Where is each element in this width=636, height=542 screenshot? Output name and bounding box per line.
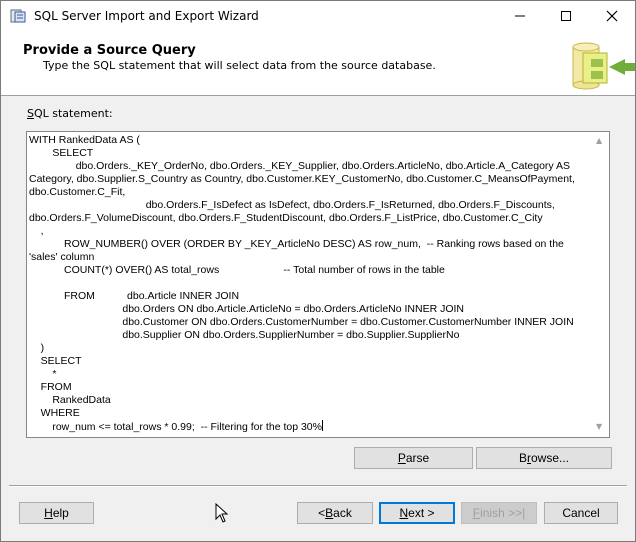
scroll-down-icon[interactable]: ▼ <box>596 422 602 431</box>
app-icon <box>10 9 26 23</box>
maximize-button[interactable] <box>543 1 589 31</box>
window-title: SQL Server Import and Export Wizard <box>34 9 259 23</box>
title-bar: SQL Server Import and Export Wizard <box>1 1 635 31</box>
footer-separator <box>9 485 627 487</box>
mouse-cursor-icon <box>215 503 229 523</box>
parse-button[interactable]: Parse <box>354 447 473 469</box>
scroll-up-icon[interactable]: ▲ <box>596 136 602 145</box>
text-caret <box>321 420 323 431</box>
page-title: Provide a Source Query <box>23 43 196 58</box>
wizard-header: Provide a Source Query Type the SQL stat… <box>1 31 635 96</box>
wizard-database-icon <box>572 42 635 90</box>
sql-statement-label: SQL statement: <box>27 107 113 120</box>
sql-label-rest: QL statement: <box>33 107 113 120</box>
next-button[interactable]: Next > <box>379 502 455 524</box>
cancel-button[interactable]: Cancel <box>544 502 618 524</box>
close-icon <box>606 10 618 22</box>
page-subtitle: Type the SQL statement that will select … <box>43 59 436 72</box>
finish-button[interactable]: Finish >>| <box>461 502 537 524</box>
sql-label-mnemonic: S <box>27 107 34 120</box>
minimize-button[interactable] <box>497 1 543 31</box>
minimize-icon <box>515 15 525 17</box>
maximize-icon <box>561 11 571 21</box>
sql-text: WITH RankedData AS ( SELECT dbo.Orders._… <box>29 134 591 434</box>
back-button[interactable]: < Back <box>297 502 373 524</box>
sql-statement-textarea[interactable]: WITH RankedData AS ( SELECT dbo.Orders._… <box>26 131 610 438</box>
sql-text-content: WITH RankedData AS ( SELECT dbo.Orders._… <box>29 134 575 433</box>
wizard-window: SQL Server Import and Export Wizard Prov… <box>0 0 636 542</box>
vertical-scrollbar[interactable]: ▲ ▼ <box>592 132 609 437</box>
close-button[interactable] <box>589 1 635 31</box>
browse-button[interactable]: Br owse... <box>476 447 612 469</box>
help-button[interactable]: Help <box>19 502 94 524</box>
